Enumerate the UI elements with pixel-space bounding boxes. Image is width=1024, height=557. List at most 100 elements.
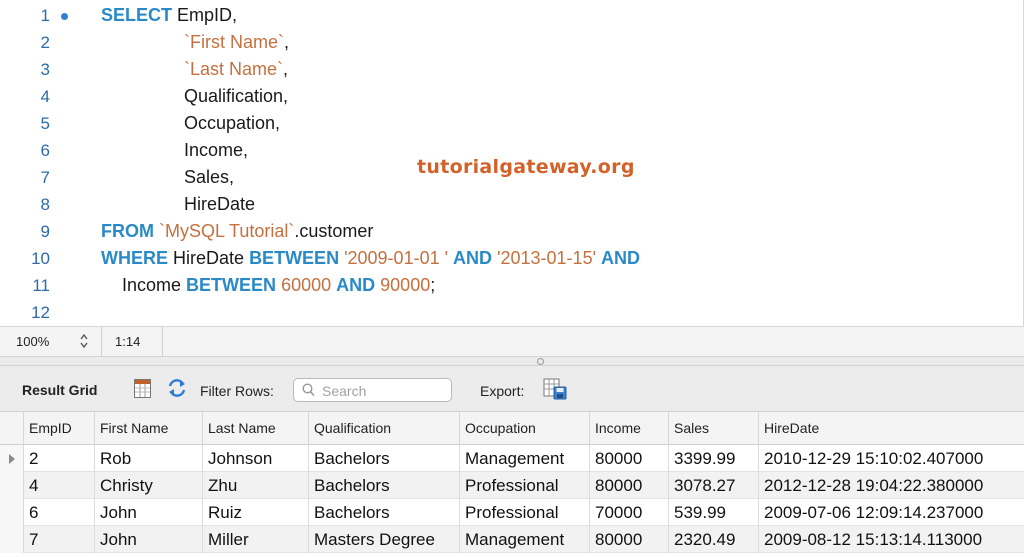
filter-rows-label: Filter Rows:	[200, 383, 274, 399]
table-row[interactable]: 2 Rob Johnson Bachelors Management 80000…	[0, 445, 1024, 472]
cell-empid[interactable]: 4	[24, 472, 95, 499]
identifier: Income	[122, 275, 182, 295]
cell-income[interactable]: 80000	[590, 526, 669, 553]
table-row[interactable]: 4 Christy Zhu Bachelors Professional 800…	[0, 472, 1024, 499]
code-line: 3 `Last Name`,	[0, 56, 1024, 83]
identifier: Sales,	[184, 167, 235, 187]
schema-name: `MySQL Tutorial`	[159, 221, 295, 241]
cell-last-name[interactable]: Miller	[203, 526, 309, 553]
editor-status-bar: 100% 1:14	[0, 326, 1024, 357]
identifier: HireDate	[173, 248, 245, 268]
panel-splitter[interactable]	[0, 357, 1024, 366]
code-line: 9 FROM `MySQL Tutorial`.customer	[0, 218, 1024, 245]
keyword: AND	[453, 248, 493, 268]
line-number: 11	[32, 276, 50, 295]
filter-search-input[interactable]: Search	[293, 378, 452, 402]
cell-qualification[interactable]: Bachelors	[309, 472, 460, 499]
grid-view-icon[interactable]	[134, 379, 151, 398]
cell-income[interactable]: 80000	[590, 445, 669, 472]
row-selector[interactable]	[0, 526, 24, 553]
table-name: .customer	[294, 221, 374, 241]
cell-last-name[interactable]: Zhu	[203, 472, 309, 499]
cell-empid[interactable]: 6	[24, 499, 95, 526]
column-header-sales[interactable]: Sales	[669, 412, 759, 445]
splitter-grip-icon[interactable]	[537, 358, 544, 365]
table-row[interactable]: 6 John Ruiz Bachelors Professional 70000…	[0, 499, 1024, 526]
code-line: 2 `First Name`,	[0, 29, 1024, 56]
row-selector[interactable]	[0, 472, 24, 499]
code-line: 10 WHERE HireDate BETWEEN '2009-01-01 ' …	[0, 245, 1024, 272]
result-grid-tab[interactable]: Result Grid	[22, 382, 97, 398]
cell-qualification[interactable]: Masters Degree	[309, 526, 460, 553]
cell-hiredate[interactable]: 2010-12-29 15:10:02.407000	[759, 445, 1024, 472]
comma: ,	[284, 32, 290, 52]
cell-qualification[interactable]: Bachelors	[309, 445, 460, 472]
column-header-income[interactable]: Income	[590, 412, 669, 445]
cell-hiredate[interactable]: 2009-08-12 15:13:14.113000	[759, 526, 1024, 553]
refresh-icon[interactable]	[166, 378, 188, 398]
cell-sales[interactable]: 3078.27	[669, 472, 759, 499]
semicolon: ;	[430, 275, 436, 295]
cell-last-name[interactable]: Johnson	[203, 445, 309, 472]
divider	[162, 327, 163, 356]
cell-sales[interactable]: 2320.49	[669, 526, 759, 553]
code-line: 4 Qualification,	[0, 83, 1024, 110]
string-literal: '2009-01-01 '	[344, 248, 449, 268]
cell-first-name[interactable]: Christy	[95, 472, 203, 499]
watermark: tutorialgateway.org	[417, 156, 635, 178]
row-selector[interactable]	[0, 445, 24, 472]
cell-hiredate[interactable]: 2012-12-28 19:04:22.380000	[759, 472, 1024, 499]
code-line: 1 SELECT EmpID,	[0, 2, 1024, 29]
line-number: 5	[40, 114, 50, 133]
cell-income[interactable]: 80000	[590, 472, 669, 499]
zoom-stepper-icon[interactable]	[76, 332, 92, 352]
table-row[interactable]: 7 John Miller Masters Degree Management …	[0, 526, 1024, 553]
cell-empid[interactable]: 7	[24, 526, 95, 553]
number-literal: 60000	[281, 275, 332, 295]
cell-occupation[interactable]: Management	[460, 526, 590, 553]
line-number: 10	[31, 249, 50, 268]
result-grid[interactable]: EmpID First Name Last Name Qualification…	[0, 412, 1024, 557]
column-header-last-name[interactable]: Last Name	[203, 412, 309, 445]
cell-hiredate[interactable]: 2009-07-06 12:09:14.237000	[759, 499, 1024, 526]
zoom-level[interactable]: 100%	[16, 334, 49, 349]
column-header-hiredate[interactable]: HireDate	[759, 412, 1024, 445]
line-number: 12	[31, 303, 50, 322]
column-header-first-name[interactable]: First Name	[95, 412, 203, 445]
cell-sales[interactable]: 539.99	[669, 499, 759, 526]
cell-occupation[interactable]: Professional	[460, 472, 590, 499]
code-line: 5 Occupation,	[0, 110, 1024, 137]
export-icon[interactable]	[543, 378, 567, 400]
current-row-arrow-icon	[9, 454, 15, 464]
identifier: HireDate	[184, 194, 256, 214]
line-number: 8	[40, 195, 50, 214]
cell-first-name[interactable]: John	[95, 499, 203, 526]
cell-last-name[interactable]: Ruiz	[203, 499, 309, 526]
line-number: 7	[40, 168, 50, 187]
line-number: 6	[40, 141, 50, 160]
search-placeholder: Search	[322, 383, 367, 399]
cell-first-name[interactable]: John	[95, 526, 203, 553]
identifier: `First Name`	[184, 32, 284, 52]
cell-qualification[interactable]: Bachelors	[309, 499, 460, 526]
code-line: 8 HireDate	[0, 191, 1024, 218]
cell-sales[interactable]: 3399.99	[669, 445, 759, 472]
cell-income[interactable]: 70000	[590, 499, 669, 526]
cell-empid[interactable]: 2	[24, 445, 95, 472]
line-number: 3	[40, 60, 50, 79]
export-label: Export:	[480, 383, 525, 399]
cell-first-name[interactable]: Rob	[95, 445, 203, 472]
sql-editor[interactable]: 1 SELECT EmpID, 2 `First Name`, 3 `Last …	[0, 0, 1024, 326]
cell-occupation[interactable]: Professional	[460, 499, 590, 526]
column-header-qualification[interactable]: Qualification	[309, 412, 460, 445]
keyword: BETWEEN	[249, 248, 340, 268]
identifier: Qualification,	[184, 86, 289, 106]
line-number: 2	[40, 33, 50, 52]
identifier: `Last Name`	[184, 59, 284, 79]
cell-occupation[interactable]: Management	[460, 445, 590, 472]
keyword: WHERE	[101, 248, 168, 268]
line-number: 9	[40, 222, 50, 241]
column-header-empid[interactable]: EmpID	[24, 412, 95, 445]
row-selector[interactable]	[0, 499, 24, 526]
column-header-occupation[interactable]: Occupation	[460, 412, 590, 445]
